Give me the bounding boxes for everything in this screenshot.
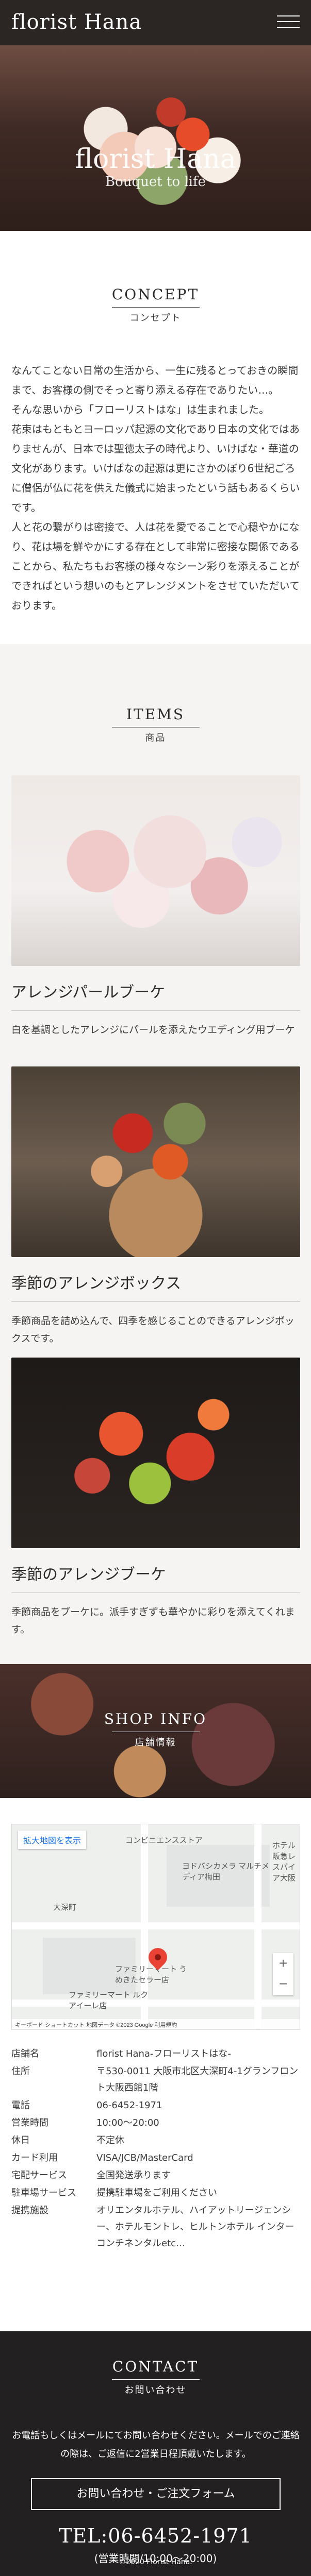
- zoom-out-icon[interactable]: −: [273, 1974, 293, 1994]
- item-description: 季節商品を詰め込んで、四季を感じることのできるアレンジボックスです。: [11, 1315, 294, 1344]
- concept-heading: CONCEPT コンセプト: [0, 286, 311, 324]
- item-card[interactable]: アレンジパールブーケ 白を基調としたアレンジにパールを添えたウエディング用ブーケ: [11, 775, 300, 1039]
- items-title: ITEMS: [126, 706, 185, 723]
- hero-tagline: Bouquet to life: [105, 174, 206, 190]
- map-attribution[interactable]: キーボード ショートカット 地図データ ©2023 Google 利用規約: [12, 2019, 300, 2029]
- info-value: 10:00〜20:00: [96, 2117, 159, 2128]
- info-key: 提携施設: [11, 2205, 48, 2216]
- item-title: アレンジパールブーケ: [11, 984, 166, 1002]
- copyright: ©2020 Florist Hana.: [119, 2558, 192, 2566]
- divider: [111, 307, 200, 308]
- map-label: ファミリーマート ルクアイーレ店: [69, 1991, 149, 2010]
- hero-image: florist Hana Bouquet to life: [0, 45, 311, 231]
- divider: [11, 1301, 300, 1302]
- info-key: 住所: [11, 2066, 30, 2077]
- info-value: 提携駐車場をご利用ください: [96, 2188, 217, 2198]
- info-key: 電話: [11, 2100, 30, 2111]
- info-value: 不定休: [96, 2135, 124, 2146]
- map-zoom-controls[interactable]: + −: [273, 1953, 293, 1995]
- concept-paragraph: 花束はもともとヨーロッパ起源の文化であり日本の文化ではありませんが、日本では聖徳…: [11, 423, 300, 514]
- hero-title: florist Hana: [75, 144, 236, 175]
- expand-map-link[interactable]: 拡大地図を表示: [18, 1831, 87, 1849]
- item-title: 季節のアレンジブーケ: [11, 1566, 166, 1584]
- concept-paragraph: なんてことない日常の生活から、一生に残るとっておきの瞬間まで、お客様の側でそっと…: [11, 364, 299, 396]
- table-row: 電話 06-6452-1971: [11, 2097, 300, 2114]
- menu-bar: [277, 15, 300, 16]
- site-header: florist Hana: [0, 0, 311, 45]
- items-heading: ITEMS 商品: [0, 706, 311, 744]
- table-row: カード利用 VISA/JCB/MasterCard: [11, 2149, 300, 2167]
- contact-section: CONTACT お問い合わせ お電話もしくはメールにてお問い合わせください。メー…: [0, 2331, 311, 2576]
- info-value: オリエンタルホテル、ハイアットリージェンシー、ホテルモントレ、ヒルトンホテル イ…: [96, 2205, 294, 2249]
- table-row: 住所 〒530-0011 大阪市北区大深町4-1グランフロント大阪西館1階: [11, 2063, 300, 2097]
- shop-info-table: 店舗名 florist Hana-フローリストはな- 住所 〒530-0011 大阪…: [11, 2045, 300, 2252]
- concept-body: なんてことない日常の生活から、一生に残るとっておきの瞬間まで、お客様の側でそっと…: [11, 361, 300, 615]
- item-card[interactable]: 季節のアレンジボックス 季節商品を詰め込んで、四季を感じることのできるアレンジボ…: [11, 1066, 300, 1347]
- map-label: ホテル阪急レスパイア大阪: [272, 1841, 296, 1883]
- item-image-season-bouquet: [11, 1358, 300, 1548]
- zoom-in-icon[interactable]: +: [273, 1953, 293, 1974]
- site-logo[interactable]: florist Hana: [11, 10, 142, 34]
- info-value: florist Hana-フローリストはな-: [96, 2048, 231, 2059]
- table-row: 提携施設 オリエンタルホテル、ハイアットリージェンシー、ホテルモントレ、ヒルトンホ…: [11, 2202, 300, 2252]
- table-row: 駐車場サービス 提携駐車場をご利用ください: [11, 2184, 300, 2202]
- menu-bar: [277, 27, 300, 28]
- item-description: 季節商品をブーケに。派手すぎずも華やかに彩りを添えてくれます。: [11, 1606, 295, 1635]
- info-key: 休日: [11, 2135, 30, 2146]
- contact-subtitle: お問い合わせ: [124, 2385, 187, 2396]
- info-key: カード利用: [11, 2153, 58, 2163]
- info-key: 宅配サービス: [11, 2170, 67, 2181]
- contact-heading: CONTACT お問い合わせ: [0, 2358, 311, 2396]
- item-image-arrange-box: [11, 1066, 300, 1257]
- info-value: 06-6452-1971: [96, 2100, 162, 2111]
- concept-paragraph: 人と花の繋がりは密接で、人は花を愛でることで心穏やかになり、花は場を鮮やかにする…: [11, 521, 300, 612]
- menu-bar: [277, 21, 300, 22]
- map-label: コンビニエンスストア: [125, 1836, 203, 1845]
- phone-number-link[interactable]: TEL:06-6452-1971: [0, 2524, 311, 2547]
- shop-info-banner: SHOP INFO 店舗情報: [0, 1664, 311, 1798]
- table-row: 休日 不定休: [11, 2132, 300, 2149]
- contact-description: お電話もしくはメールにてお問い合わせください。メールでのご連絡の際は、ご返信に2…: [12, 2430, 300, 2460]
- shop-info-title: SHOP INFO: [104, 1710, 207, 1727]
- table-row: 営業時間 10:00〜20:00: [11, 2114, 300, 2132]
- item-image-pearl-bouquet: [11, 775, 300, 966]
- info-value: 〒530-0011 大阪市北区大深町4-1グランフロント大阪西館1階: [96, 2066, 299, 2093]
- map-label: 大深町: [53, 1903, 77, 1912]
- contact-form-button[interactable]: お問い合わせ・ご注文フォーム: [31, 2478, 281, 2510]
- item-title: 季節のアレンジボックス: [11, 1275, 182, 1293]
- shop-info-subtitle: 店舗情報: [135, 1737, 176, 1748]
- table-row: 宅配サービス 全国発送承ります: [11, 2167, 300, 2184]
- info-value: 全国発送承ります: [96, 2170, 171, 2181]
- info-key: 営業時間: [11, 2117, 48, 2128]
- item-description: 白を基調としたアレンジにパールを添えたウエディング用ブーケ: [11, 1024, 295, 1036]
- info-key: 店舗名: [11, 2048, 39, 2059]
- hamburger-menu-icon[interactable]: [277, 11, 300, 32]
- concept-paragraph: そんな思いから「フローリストはな」は生まれました。: [11, 403, 269, 416]
- shop-info-heading: SHOP INFO 店舗情報: [0, 1710, 311, 1749]
- map-label: ヨドバシカメラ マルチメディア梅田: [182, 1862, 270, 1882]
- contact-title: CONTACT: [112, 2358, 199, 2375]
- google-map[interactable]: 拡大地図を表示 大深町 ファミリーマート うめきたセラー店 ファミリーマート ル…: [11, 1824, 300, 2030]
- table-row: 店舗名 florist Hana-フローリストはな-: [11, 2045, 300, 2063]
- info-value: VISA/JCB/MasterCard: [96, 2153, 193, 2163]
- concept-title: CONCEPT: [111, 286, 200, 303]
- concept-subtitle: コンセプト: [129, 313, 182, 324]
- map-road: [254, 1824, 261, 2029]
- divider: [11, 1010, 300, 1011]
- divider: [111, 2379, 200, 2380]
- info-key: 駐車場サービス: [11, 2188, 76, 2198]
- divider: [11, 1592, 300, 1593]
- items-subtitle: 商品: [145, 733, 166, 743]
- item-card[interactable]: 季節のアレンジブーケ 季節商品をブーケに。派手すぎずも華やかに彩りを添えてくれま…: [11, 1358, 300, 1638]
